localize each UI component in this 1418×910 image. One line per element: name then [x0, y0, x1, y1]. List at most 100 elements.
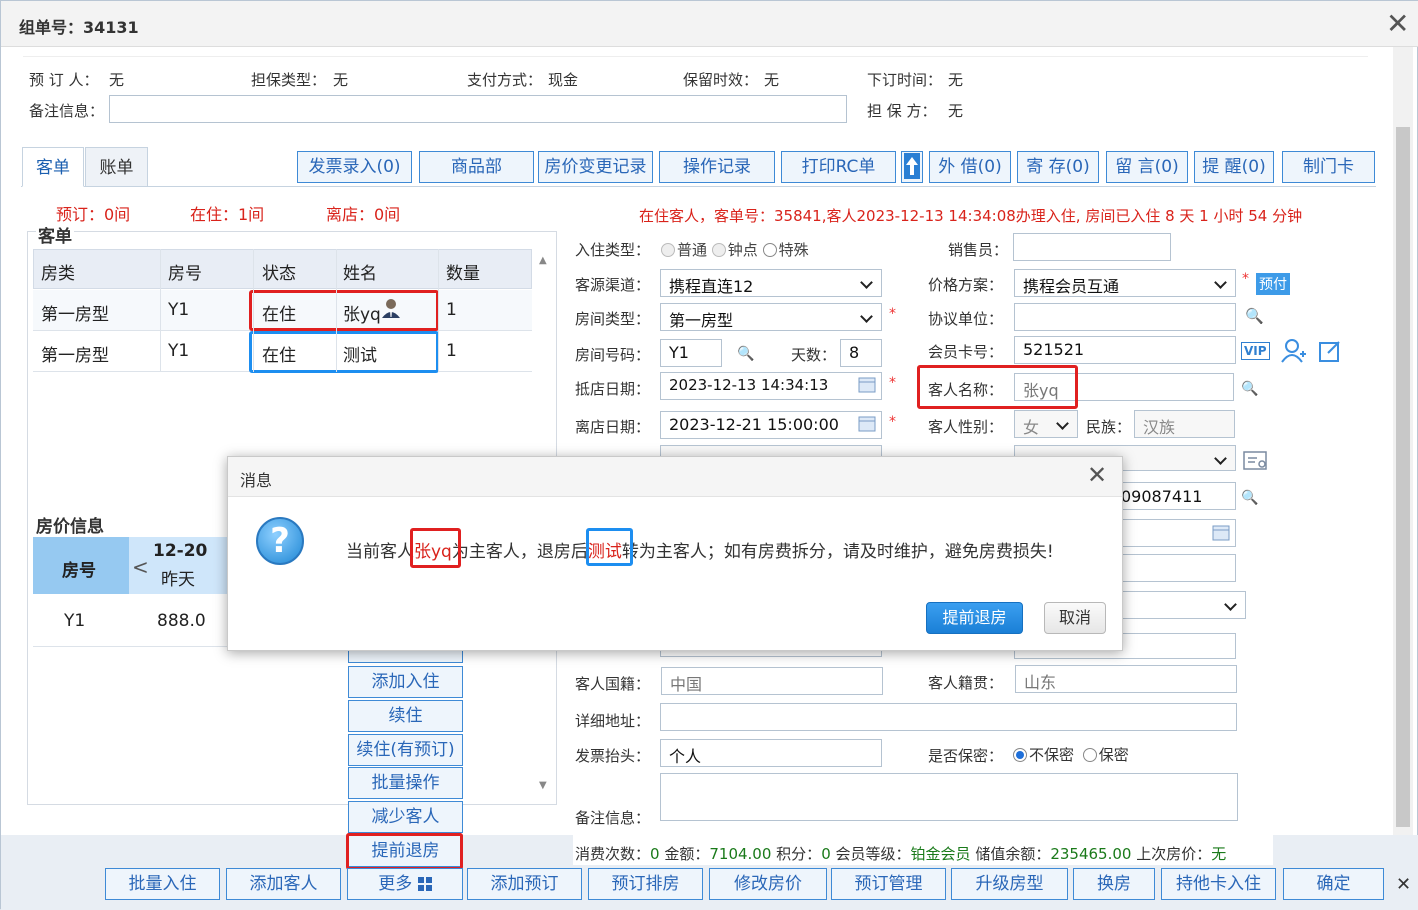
radio-not-secret[interactable]	[1013, 748, 1027, 762]
depart-input[interactable]: 2023-12-21 15:00:00	[660, 411, 882, 439]
native-input[interactable]: 山东	[1015, 665, 1237, 693]
add-user-icon[interactable]	[1281, 338, 1307, 368]
left-count: 离店：0间	[326, 205, 401, 224]
operation-log-button[interactable]: 操作记录	[659, 151, 775, 183]
vip-icon[interactable]: VIP	[1241, 342, 1270, 360]
cancel-button[interactable]: 取消	[1044, 602, 1106, 634]
calendar-icon[interactable]	[1212, 525, 1230, 545]
extend-stay-button[interactable]: 续住	[348, 700, 463, 732]
extend-with-reserve-button[interactable]: 续住(有预订)	[348, 734, 463, 766]
scroll-down-icon[interactable]: ▼	[539, 780, 547, 791]
room-type-select[interactable]: 第一房型	[660, 303, 882, 331]
remind-button[interactable]: 提 醒(0)	[1194, 151, 1274, 183]
radio-special[interactable]	[762, 243, 777, 257]
gender-select[interactable]: 女	[1014, 410, 1078, 438]
calendar-icon[interactable]	[858, 416, 876, 436]
add-reserve-button[interactable]: 添加预订	[467, 868, 582, 900]
close-icon[interactable]: ✕	[1386, 10, 1409, 38]
retention-value: 无	[764, 71, 780, 89]
radio-not-secret-label: 不保密	[1029, 746, 1075, 764]
header-qty: 数量	[446, 264, 480, 284]
form-remark-textarea[interactable]	[660, 773, 1238, 821]
channel-label: 客源渠道：	[575, 276, 651, 294]
search-icon[interactable]: 🔍	[1241, 490, 1258, 506]
secret-radios: 不保密 保密	[1013, 744, 1129, 765]
highlight-row2	[249, 331, 439, 373]
batch-checkin-button[interactable]: 批量入住	[105, 868, 220, 900]
prev-date-icon[interactable]: <	[132, 555, 149, 579]
edit-icon[interactable]	[1318, 339, 1342, 367]
arrive-input[interactable]: 2023-12-13 14:34:13	[660, 372, 882, 400]
guarantor-value: 无	[948, 102, 964, 120]
scrollbar-thumb[interactable]	[1396, 127, 1410, 827]
radio-secret[interactable]	[1082, 748, 1097, 762]
search-icon[interactable]: 🔍	[1241, 381, 1258, 397]
bottom-close-icon[interactable]: ✕	[1396, 876, 1411, 894]
message-button[interactable]: 留 言(0)	[1106, 151, 1188, 183]
balance-label: 储值余额：	[975, 845, 1051, 863]
radio-hourly[interactable]	[711, 243, 726, 257]
consume-value: 0	[650, 845, 660, 863]
salesman-label: 销售员：	[948, 241, 1009, 259]
print-rc-button[interactable]: 打印RC单	[781, 151, 896, 183]
row2-room-type: 第一房型	[41, 346, 109, 366]
make-card-button[interactable]: 制门卡	[1282, 151, 1375, 183]
dialog-title: 消息	[240, 471, 273, 490]
window-scrollbar[interactable]	[1393, 47, 1413, 835]
reserve-manage-button[interactable]: 预订管理	[831, 868, 946, 900]
required-mark: *	[889, 375, 896, 391]
grid-icon	[417, 871, 432, 901]
days-input[interactable]: 8	[840, 339, 882, 367]
room-no-input[interactable]: Y1	[660, 339, 722, 367]
prepay-badge: 预付	[1256, 273, 1290, 295]
change-room-button[interactable]: 换房	[1073, 868, 1155, 900]
nationality-input[interactable]: 中国	[661, 667, 883, 695]
id-card-icon[interactable]	[1243, 451, 1269, 475]
required-mark: *	[889, 414, 896, 430]
ethnic-input[interactable]: 汉族	[1134, 410, 1235, 438]
reserver-label: 预 订 人：	[29, 71, 99, 89]
early-checkout-confirm-button[interactable]: 提前退房	[926, 602, 1023, 634]
invoice-entry-button[interactable]: 发票录入(0)	[297, 151, 412, 183]
tab-bill[interactable]: 账单	[85, 147, 148, 187]
add-checkin-button[interactable]: 添加入住	[348, 666, 463, 698]
deposit-button[interactable]: 寄 存(0)	[1017, 151, 1099, 183]
calendar-icon[interactable]	[858, 377, 876, 397]
goods-button[interactable]: 商品部	[419, 151, 534, 183]
batch-operation-button[interactable]: 批量操作	[348, 767, 463, 799]
channel-select[interactable]: 携程直连12	[660, 269, 882, 297]
price-value: 888.0	[157, 611, 206, 631]
card-checkin-button[interactable]: 持他卡入住	[1161, 868, 1276, 900]
search-icon[interactable]: 🔍	[1245, 307, 1264, 325]
reduce-guest-button[interactable]: 减少客人	[348, 801, 463, 833]
row2-qty: 1	[446, 341, 457, 361]
address-input[interactable]	[660, 703, 1237, 731]
modify-price-button[interactable]: 修改房价	[709, 868, 827, 900]
msg-post: 转为主客人；如有房费拆分，请及时维护，避免房费损失!	[621, 542, 1054, 562]
radio-hourly-label: 钟点	[727, 241, 758, 259]
dialog-close-icon[interactable]: ✕	[1087, 463, 1107, 487]
price-change-log-button[interactable]: 房价变更记录	[538, 151, 653, 183]
highlight-guest-name	[917, 365, 1078, 409]
member-card-input[interactable]: 521521	[1014, 336, 1236, 364]
upload-arrow-icon[interactable]	[901, 151, 923, 183]
search-icon[interactable]: 🔍	[737, 346, 754, 362]
upgrade-room-button[interactable]: 升级房型	[951, 868, 1068, 900]
scroll-up-icon[interactable]: ▲	[539, 255, 547, 266]
salesman-input[interactable]	[1013, 233, 1171, 261]
invoice-title-input[interactable]: 个人	[660, 739, 882, 767]
price-date-sub: 昨天	[161, 570, 195, 590]
msg-pre: 当前客人	[346, 542, 414, 562]
more-button[interactable]: 更多	[347, 868, 463, 900]
add-guest-button[interactable]: 添加客人	[226, 868, 341, 900]
borrow-button[interactable]: 外 借(0)	[929, 151, 1011, 183]
dialog-header: 消息 ✕	[228, 457, 1122, 497]
radio-normal[interactable]	[661, 243, 675, 257]
remark-input[interactable]	[109, 95, 847, 123]
tab-order[interactable]: 客单	[22, 147, 84, 187]
confirm-button[interactable]: 确定	[1283, 868, 1384, 900]
price-plan-select[interactable]: 携程会员互通	[1014, 269, 1236, 297]
agreement-input[interactable]	[1014, 303, 1236, 331]
amount-label: 金额：	[664, 845, 710, 863]
reserve-arrange-button[interactable]: 预订排房	[588, 868, 703, 900]
